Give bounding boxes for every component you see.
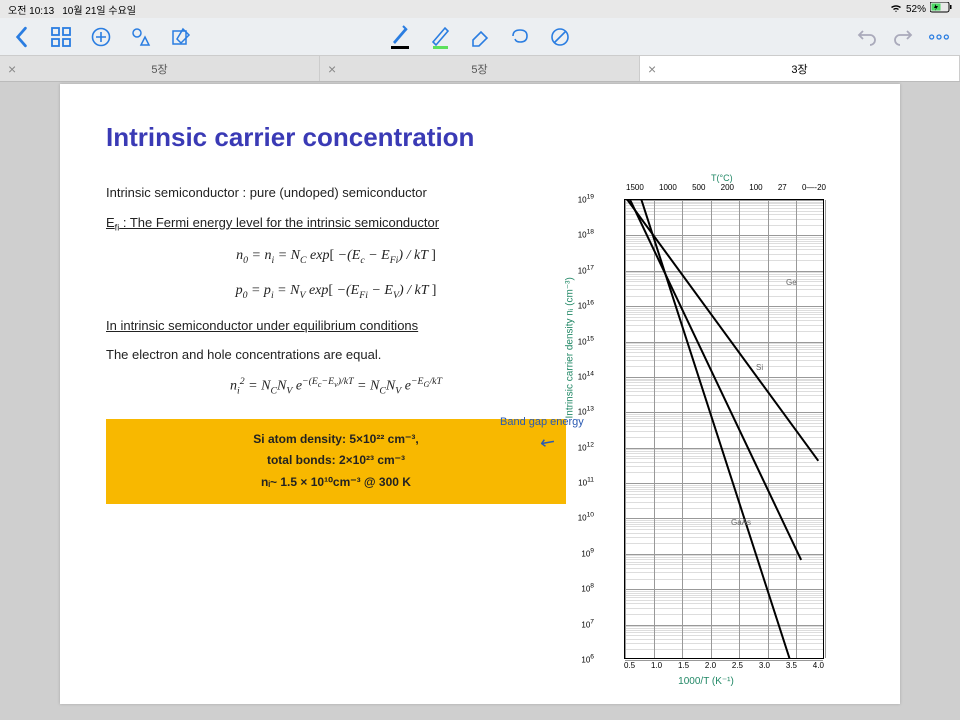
battery-icon bbox=[930, 2, 952, 16]
toolbar bbox=[0, 18, 960, 56]
equation: ni2 = NCNV e−(Ec−Ev)/kT = NCNV e−EG/kT bbox=[106, 375, 566, 399]
back-button[interactable] bbox=[10, 26, 32, 48]
wifi-icon bbox=[890, 3, 902, 16]
y-axis-label: Intrinsic carrier density nᵢ (cm⁻³) bbox=[565, 277, 576, 418]
status-bar: 오전 10:13 10월 21일 수요일 52% bbox=[0, 0, 960, 18]
text-line: The electron and hole concentrations are… bbox=[106, 345, 566, 365]
pen-tool[interactable] bbox=[389, 26, 411, 48]
close-icon[interactable]: × bbox=[328, 61, 336, 77]
tab-1[interactable]: × 5장 bbox=[320, 56, 640, 81]
grid-icon[interactable] bbox=[50, 26, 72, 48]
eraser-tool[interactable] bbox=[469, 26, 491, 48]
equation: n0 = ni = NC exp[ −(Ec − EFi) / kT ] bbox=[106, 245, 566, 268]
content-area[interactable]: Intrinsic carrier concentration Intrinsi… bbox=[0, 82, 960, 720]
tab-2[interactable]: × 3장 bbox=[640, 56, 960, 81]
more-icon[interactable] bbox=[928, 26, 950, 48]
tab-bar: × 5장 × 5장 × 3장 bbox=[0, 56, 960, 82]
series-label: GaAs bbox=[731, 518, 751, 527]
x-axis-ticks: 0.51.01.52.02.53.03.54.0 bbox=[624, 661, 824, 670]
status-time: 오전 10:13 bbox=[8, 2, 54, 17]
page-title: Intrinsic carrier concentration bbox=[106, 122, 870, 153]
close-icon[interactable]: × bbox=[8, 61, 16, 77]
chart: T(°C)15001000500200100270—-20 1019101810… bbox=[576, 183, 836, 683]
tab-label: 5장 bbox=[151, 61, 167, 77]
close-icon[interactable]: × bbox=[648, 61, 656, 77]
compose-icon[interactable] bbox=[170, 26, 192, 48]
tab-label: 5장 bbox=[471, 61, 487, 77]
text-line: Efi : The Fermi energy level for the int… bbox=[106, 213, 566, 235]
battery-pct: 52% bbox=[906, 4, 926, 15]
series-label: Si bbox=[756, 363, 763, 372]
box-line: total bonds: 2×10²³ cm⁻³ bbox=[120, 450, 552, 472]
series-label: Ge bbox=[786, 278, 797, 287]
text-line: Intrinsic semiconductor : pure (undoped)… bbox=[106, 183, 566, 203]
highlighter-tool[interactable] bbox=[429, 26, 451, 48]
highlight-box: Si atom density: 5×10²² cm⁻³, total bond… bbox=[106, 419, 566, 504]
redo-icon[interactable] bbox=[892, 26, 914, 48]
undo-icon[interactable] bbox=[856, 26, 878, 48]
annotation: Band gap energy bbox=[500, 416, 584, 428]
box-line: nᵢ~ 1.5 × 10¹⁰cm⁻³ @ 300 K bbox=[120, 472, 552, 494]
box-line: Si atom density: 5×10²² cm⁻³, bbox=[120, 429, 552, 451]
shapes-icon[interactable] bbox=[130, 26, 152, 48]
top-axis-ticks: T(°C)15001000500200100270—-20 bbox=[626, 183, 826, 192]
status-date: 10월 21일 수요일 bbox=[62, 2, 136, 17]
x-axis-label: 1000/T (K⁻¹) bbox=[678, 676, 734, 687]
chart-series bbox=[624, 199, 824, 659]
document-page: Intrinsic carrier concentration Intrinsi… bbox=[60, 84, 900, 704]
lasso-tool[interactable] bbox=[509, 26, 531, 48]
text-line: In intrinsic semiconductor under equilib… bbox=[106, 316, 566, 336]
equation: p0 = pi = NV exp[ −(EFi − EV) / kT ] bbox=[106, 280, 566, 303]
disable-icon[interactable] bbox=[549, 26, 571, 48]
add-icon[interactable] bbox=[90, 26, 112, 48]
tab-label: 3장 bbox=[791, 61, 807, 77]
tab-0[interactable]: × 5장 bbox=[0, 56, 320, 81]
